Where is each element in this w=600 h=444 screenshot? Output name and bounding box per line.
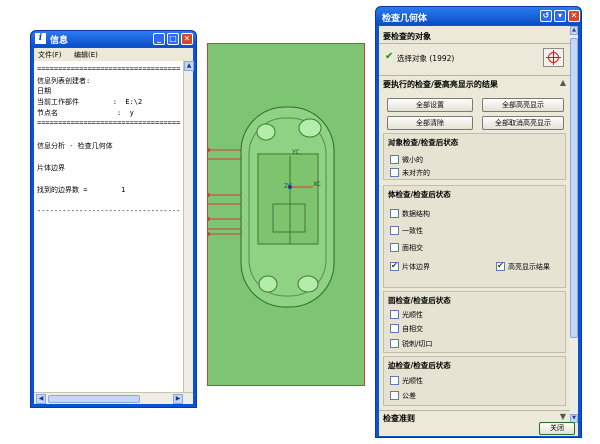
divider <box>379 43 570 44</box>
checkbox[interactable] <box>390 226 399 235</box>
menu-file[interactable]: 文件(F) <box>38 50 62 60</box>
zc-label: ZC <box>284 183 293 190</box>
info-title: 信息 <box>50 36 69 46</box>
checkbox-label: 光顺性 <box>402 377 423 385</box>
checkbox-label: 高亮显示结果 <box>508 263 550 271</box>
checkbox[interactable] <box>390 155 399 164</box>
edge-check-group: 边检查/检查后状态 ▲ 光顺性 公差 <box>383 356 566 406</box>
check-criteria-label: 检查准则 <box>383 414 415 423</box>
dialog-close-button[interactable]: ✕ <box>568 10 580 22</box>
menu-edit[interactable]: 编辑(E) <box>74 50 98 60</box>
model-view <box>208 106 335 308</box>
chevron-up-icon[interactable]: ▲ <box>388 189 561 198</box>
scroll-up-icon[interactable]: ▲ <box>184 61 194 71</box>
checkbox-checked[interactable] <box>390 261 399 271</box>
info-line: 日期 <box>37 87 51 95</box>
body-check-group: 体检查/检查后状态 ▲ 数据结构 一致性 面相交 片体边界 高亮显示结果 <box>383 185 566 288</box>
checkbox-label: 锐刺/切口 <box>402 340 433 348</box>
checks-section-header[interactable]: 要执行的检查/要高亮显示的结果 <box>379 77 570 91</box>
face-check-header[interactable]: 面检查/检查后状态 ▲ <box>384 292 565 307</box>
checkbox[interactable] <box>390 339 399 348</box>
info-line: ---------------------------------- <box>37 207 181 215</box>
graphics-canvas[interactable]: YC XC ZC <box>207 43 365 386</box>
chevron-up-icon[interactable]: ▲ <box>388 295 561 304</box>
body-check-header[interactable]: 体检查/检查后状态 ▲ <box>384 186 565 201</box>
scroll-right-icon[interactable]: ▶ <box>173 394 183 404</box>
clear-all-button[interactable]: 全部清除 <box>387 116 473 130</box>
info-line: 当前工作部件 : E:\2 <box>37 98 143 106</box>
checkbox-label: 面相交 <box>402 244 423 252</box>
info-vertical-scrollbar[interactable]: ▲ <box>183 61 194 392</box>
info-line: 找到的边界数 = 1 <box>37 186 126 194</box>
checkbox-label: 一致性 <box>402 227 423 235</box>
checkbox-label: 片体边界 <box>402 263 430 271</box>
info-titlebar[interactable]: i 信息 _ □ ✕ <box>31 31 196 47</box>
set-all-button[interactable]: 全部设置 <box>387 98 473 112</box>
edge-check-header[interactable]: 边检查/检查后状态 ▲ <box>384 357 565 372</box>
info-line: 片体边界 <box>37 164 65 172</box>
divider <box>379 75 570 76</box>
info-line: 节点名 : y <box>37 109 134 117</box>
checkbox-label: 光顺性 <box>402 311 423 319</box>
info-icon: i <box>35 33 46 44</box>
objects-section-label: 要检查的对象 <box>383 32 431 41</box>
checkbox-label: 微小的 <box>402 156 423 164</box>
close-dialog-button[interactable]: 关闭 <box>539 422 575 435</box>
part-body <box>240 106 335 308</box>
objects-section-header[interactable]: 要检查的对象 <box>379 29 570 43</box>
object-check-group: 对象检查/检查后状态 ▲ 微小的 未对齐的 <box>383 133 566 180</box>
scroll-thumb[interactable] <box>48 395 140 403</box>
info-window: i 信息 _ □ ✕ 文件(F) 编辑(E) =================… <box>30 30 197 408</box>
checkbox[interactable] <box>390 310 399 319</box>
checkbox-label: 数据结构 <box>402 210 430 218</box>
chevron-up-icon[interactable]: ▲ <box>560 78 566 87</box>
chevron-up-icon[interactable]: ▲ <box>388 360 561 369</box>
checkbox[interactable] <box>390 168 399 177</box>
yc-label: YC <box>292 149 300 156</box>
checkbox[interactable] <box>390 391 399 400</box>
close-button[interactable]: ✕ <box>181 33 193 45</box>
dialog-title: 检查几何体 <box>382 14 428 24</box>
checkmark-icon: ✔ <box>385 51 394 62</box>
checkbox-label: 未对齐的 <box>402 169 430 177</box>
unhighlight-all-button[interactable]: 全部取消高亮显示 <box>482 116 564 130</box>
chevron-down-icon[interactable]: ▼ <box>560 412 566 421</box>
collapse-icon[interactable]: ▾ <box>554 10 566 22</box>
select-object-label[interactable]: 选择对象 (1992) <box>397 53 454 64</box>
xc-label: XC <box>313 181 321 188</box>
check-geometry-dialog: 检查几何体 ↺ ▾ ✕ 要检查的对象 ✔ 选择对象 (1992) 要执行的检查/… <box>375 6 582 438</box>
info-line: 信息分析 - 检查几何体 <box>37 142 113 150</box>
checkbox-label: 自相交 <box>402 325 423 333</box>
crosshair-icon <box>546 50 561 65</box>
scroll-thumb[interactable] <box>570 38 578 338</box>
checkbox[interactable] <box>390 324 399 333</box>
checkbox[interactable] <box>390 376 399 385</box>
dialog-vertical-scrollbar[interactable]: ▲ ▼ <box>570 26 578 424</box>
checkbox[interactable] <box>390 209 399 218</box>
dialog-titlebar[interactable]: 检查几何体 ↺ ▾ ✕ <box>376 7 581 25</box>
maximize-button[interactable]: □ <box>167 33 179 45</box>
checks-section-label: 要执行的检查/要高亮显示的结果 <box>383 80 498 89</box>
info-horizontal-scrollbar[interactable]: ◀ ▶ <box>34 392 193 404</box>
face-check-group: 面检查/检查后状态 ▲ 光顺性 自相交 锐刺/切口 <box>383 291 566 353</box>
info-line: 信息列表创建者: <box>37 77 91 85</box>
info-menubar: 文件(F) 编辑(E) <box>34 48 193 61</box>
checkbox-label: 公差 <box>402 392 416 400</box>
scroll-left-icon[interactable]: ◀ <box>36 394 46 404</box>
info-text-area[interactable]: ================================== 信息列表创… <box>34 61 193 392</box>
object-check-header[interactable]: 对象检查/检查后状态 ▲ <box>384 134 565 149</box>
chevron-up-icon[interactable]: ▲ <box>388 137 561 146</box>
scroll-up-icon[interactable]: ▲ <box>570 26 578 35</box>
dialog-body: 要检查的对象 ✔ 选择对象 (1992) 要执行的检查/要高亮显示的结果 ▲ 全… <box>379 26 578 436</box>
minimize-button[interactable]: _ <box>153 33 165 45</box>
info-line: ================================== <box>37 65 181 73</box>
info-line: ================================== <box>37 119 181 127</box>
crosshair-select-button[interactable] <box>543 48 564 67</box>
reset-icon[interactable]: ↺ <box>540 10 552 22</box>
checkbox[interactable] <box>390 243 399 252</box>
checkbox-checked[interactable] <box>496 261 505 271</box>
highlight-all-button[interactable]: 全部高亮显示 <box>482 98 564 112</box>
